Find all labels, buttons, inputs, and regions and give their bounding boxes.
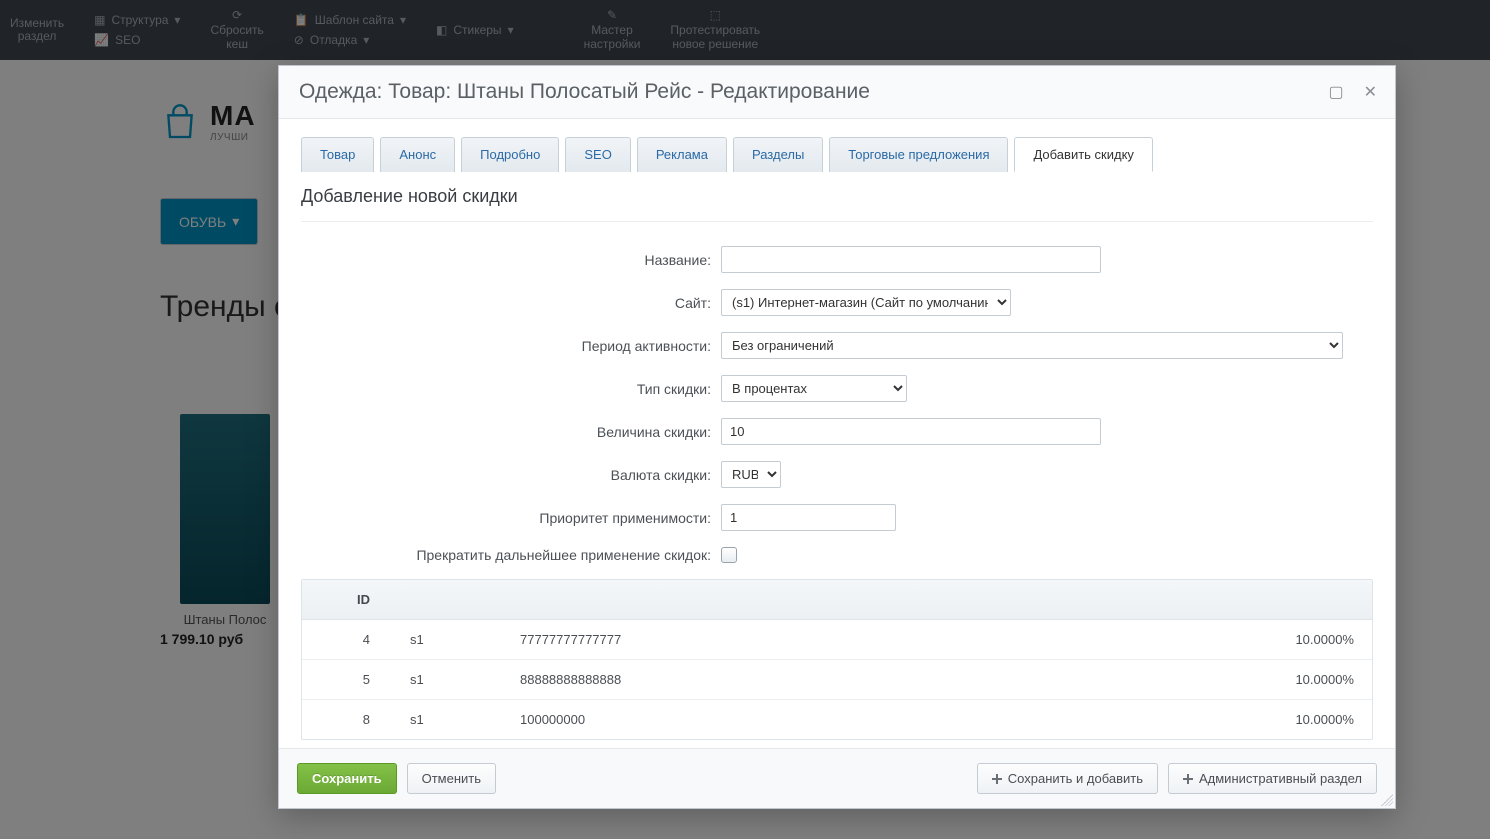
label-currency: Валюта скидки: (301, 467, 721, 483)
select-site[interactable]: (s1) Интернет-магазин (Сайт по умолчанию… (721, 289, 1011, 316)
tabs: Товар Анонс Подробно SEO Реклама Разделы… (301, 137, 1373, 172)
input-name[interactable] (721, 246, 1101, 273)
label-name: Название: (301, 252, 721, 268)
admin-section-button[interactable]: Административный раздел (1168, 763, 1377, 794)
resize-handle[interactable] (1381, 794, 1393, 806)
input-priority[interactable] (721, 504, 896, 531)
save-and-add-button[interactable]: Сохранить и добавить (977, 763, 1158, 794)
tab-sections[interactable]: Разделы (733, 137, 823, 172)
tab-advertising[interactable]: Реклама (637, 137, 727, 172)
tab-offers[interactable]: Торговые предложения (829, 137, 1008, 172)
dialog-footer: Сохранить Отменить Сохранить и добавить … (279, 748, 1395, 808)
close-icon[interactable]: ✕ (1364, 82, 1377, 102)
label-period: Период активности: (301, 338, 721, 354)
tab-product[interactable]: Товар (301, 137, 374, 172)
plus-icon (992, 774, 1002, 784)
select-period[interactable]: Без ограничений (721, 332, 1343, 359)
label-priority: Приоритет применимости: (301, 510, 721, 526)
tab-announce[interactable]: Анонс (380, 137, 455, 172)
dialog-title: Одежда: Товар: Штаны Полосатый Рейс - Ре… (299, 80, 870, 104)
label-type: Тип скидки: (301, 381, 721, 397)
tab-add-discount[interactable]: Добавить скидку (1014, 137, 1152, 172)
plus-icon (1183, 774, 1193, 784)
input-amount[interactable] (721, 418, 1101, 445)
label-stop-discounts: Прекратить дальнейшее применение скидок: (301, 547, 721, 563)
select-discount-type[interactable]: В процентах (721, 375, 907, 402)
tab-seo[interactable]: SEO (565, 137, 630, 172)
save-button[interactable]: Сохранить (297, 763, 397, 794)
table-row[interactable]: 8 s1 100000000 10.0000% (302, 700, 1372, 739)
tab-detail[interactable]: Подробно (461, 137, 559, 172)
table-row[interactable]: 5 s1 88888888888888 10.0000% (302, 660, 1372, 700)
table-row[interactable]: 4 s1 77777777777777 10.0000% (302, 620, 1372, 660)
section-title: Добавление новой скидки (301, 186, 1373, 222)
maximize-icon[interactable]: ▢ (1328, 82, 1343, 102)
edit-product-dialog: Одежда: Товар: Штаны Полосатый Рейс - Ре… (278, 65, 1396, 809)
label-amount: Величина скидки: (301, 424, 721, 440)
column-header-id[interactable]: ID (320, 592, 410, 607)
cancel-button[interactable]: Отменить (407, 763, 496, 794)
dialog-title-bar: Одежда: Товар: Штаны Полосатый Рейс - Ре… (279, 66, 1395, 119)
select-currency[interactable]: RUB (721, 461, 781, 488)
label-site: Сайт: (301, 295, 721, 311)
discounts-grid: ID 4 s1 77777777777777 10.0000% 5 s1 888… (301, 579, 1373, 740)
checkbox-stop-discounts[interactable] (721, 547, 737, 563)
